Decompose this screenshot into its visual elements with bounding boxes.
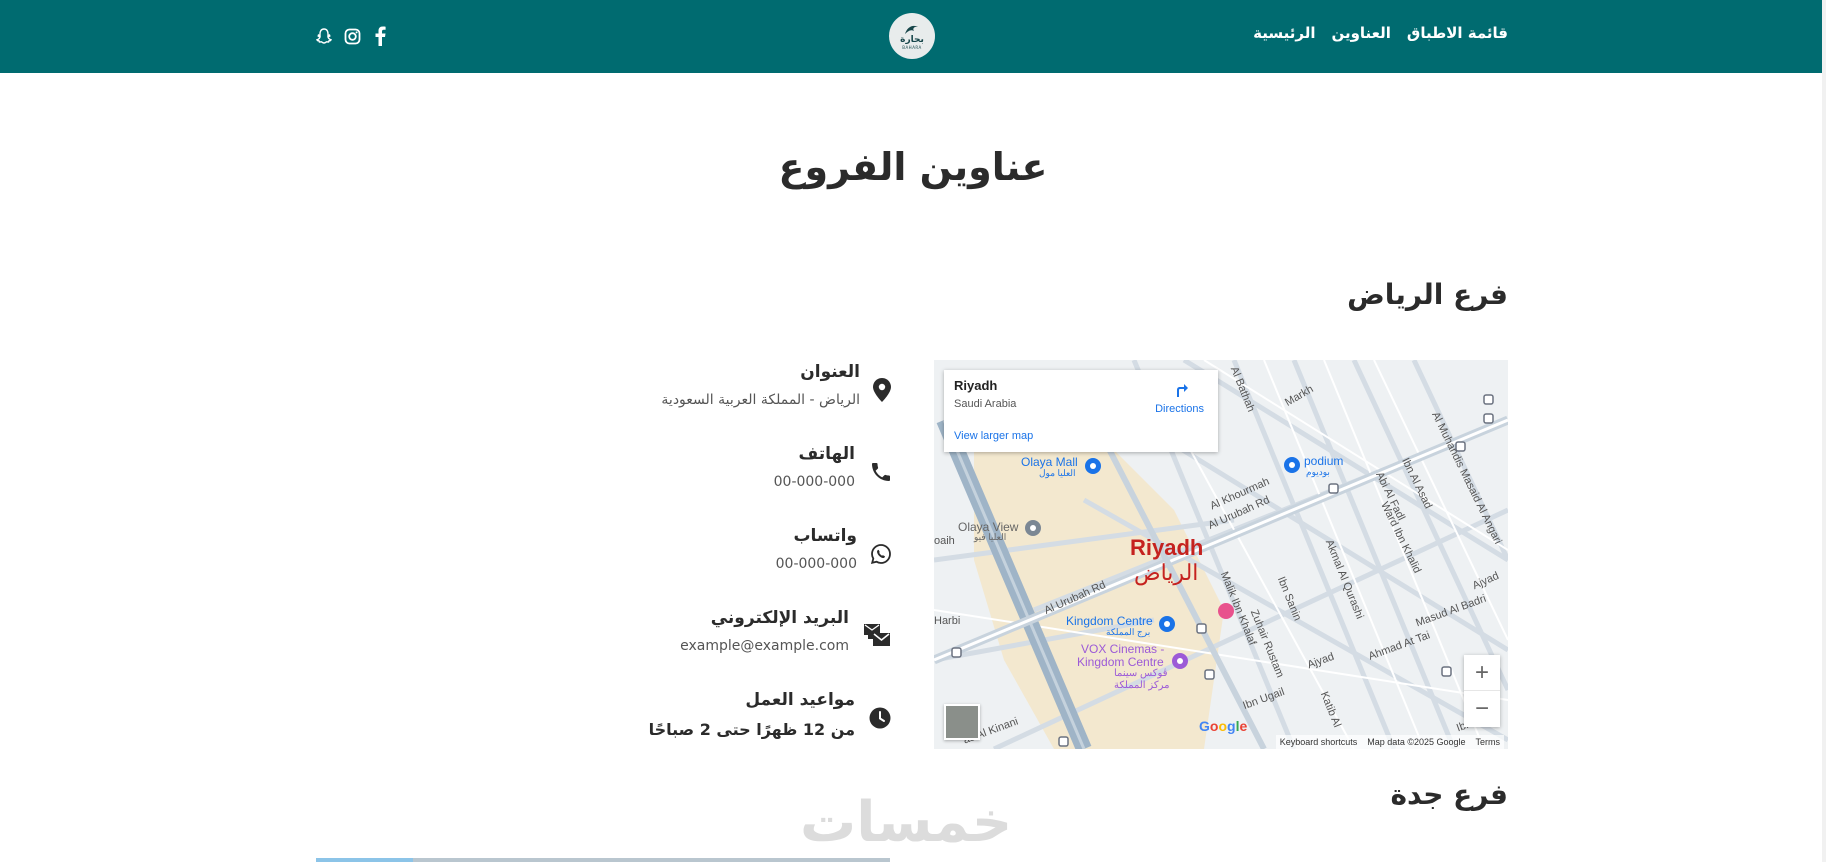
address-value: الرياض - المملكة العربية السعودية xyxy=(661,392,860,408)
view-larger-map-link[interactable]: View larger map xyxy=(954,430,1033,442)
directions-label: Directions xyxy=(1155,403,1204,415)
page-scrollbar[interactable] xyxy=(1822,0,1826,862)
snapchat-icon[interactable] xyxy=(315,26,333,46)
nav-menu-link[interactable]: قائمة الاطباق xyxy=(1407,24,1508,42)
email-label: البريد الإلكتروني xyxy=(710,608,849,628)
map-place-name: Riyadh xyxy=(954,378,998,393)
poi-label: VOX Cinemas - xyxy=(1081,642,1165,656)
street-label: oaih xyxy=(934,535,955,547)
poi-label: برج المملكة xyxy=(1106,627,1151,637)
whatsapp-label: واتساب xyxy=(793,526,857,546)
poi-label: Kingdom Centre xyxy=(1066,614,1153,628)
address-info: العنوان الرياض - المملكة العربية السعودي… xyxy=(661,362,860,408)
jeddah-map-peek[interactable] xyxy=(316,858,890,862)
map-place-country: Saudi Arabia xyxy=(954,398,1017,410)
watermark: خمسات xyxy=(800,790,1013,855)
branch-title-riyadh: فرع الرياض xyxy=(1347,278,1508,311)
map-zoom-controls: + − xyxy=(1464,655,1500,727)
street-label: Harbi xyxy=(934,615,961,627)
map-place-card: Riyadh Saudi Arabia View larger map Dire… xyxy=(944,370,1218,452)
nav-home-link[interactable]: الرئيسية xyxy=(1253,24,1315,42)
whatsapp-value: 00-000-000 xyxy=(775,556,857,572)
poi-label: العليا مول xyxy=(1039,468,1076,478)
city-label-en: Riyadh xyxy=(1130,535,1204,560)
zoom-out-button[interactable]: − xyxy=(1464,691,1500,727)
logo-text-ar: بحارة xyxy=(900,34,924,45)
phone-icon xyxy=(869,460,893,484)
directions-icon xyxy=(1176,384,1188,397)
directions-button[interactable]: Directions xyxy=(1155,380,1204,415)
poi-label: ڤوكس سينما xyxy=(1114,668,1168,679)
page: الرئيسية العناوين قائمة الاطباق بحارة BA… xyxy=(0,0,1826,862)
email-info: البريد الإلكتروني example@example.com xyxy=(680,608,849,654)
poi-label: مركز المملكة xyxy=(1114,680,1170,691)
wave-icon xyxy=(905,25,918,34)
google-logo: Google xyxy=(1199,718,1248,734)
address-label: العنوان xyxy=(800,362,860,382)
poi-label: بوديوم xyxy=(1306,467,1330,477)
poi-label: podium xyxy=(1304,454,1344,468)
hours-value: من 12 ظهرًا حتى 2 صباحًا xyxy=(648,720,855,739)
whatsapp-icon xyxy=(869,542,893,566)
nav-addresses-link[interactable]: العناوين xyxy=(1331,24,1390,42)
poi-label: Kingdom Centre xyxy=(1077,655,1164,669)
riyadh-map[interactable]: Al Khourmah Al Urubah Rd Al Urubah Rd Ha… xyxy=(934,360,1508,749)
site-logo[interactable]: بحارة BAHARA xyxy=(889,13,935,59)
hours-label: مواعيد العمل xyxy=(745,690,855,710)
terms-link[interactable]: Terms xyxy=(1476,737,1501,747)
email-value[interactable]: example@example.com xyxy=(680,638,849,654)
map-footer: Keyboard shortcuts Map data ©2025 Google… xyxy=(1275,735,1504,749)
instagram-icon[interactable] xyxy=(343,26,361,46)
phone-label: الهاتف xyxy=(798,444,855,464)
poi-label: Olaya Mall xyxy=(1021,455,1078,469)
map-data-attribution: Map data ©2025 Google xyxy=(1367,737,1466,747)
phone-info: الهاتف 00-000-000 xyxy=(774,444,855,490)
poi-label: العليا فيو xyxy=(974,532,1007,542)
branch-title-jeddah: فرع جدة xyxy=(1390,778,1508,811)
main-nav: الرئيسية العناوين قائمة الاطباق xyxy=(1253,24,1508,42)
facebook-icon[interactable] xyxy=(371,26,389,46)
map-layer-toggle[interactable] xyxy=(944,704,980,740)
clock-icon xyxy=(868,706,892,730)
zoom-in-button[interactable]: + xyxy=(1464,655,1500,691)
social-links xyxy=(315,26,389,46)
mail-bulk-icon xyxy=(864,623,890,647)
page-title: عناوين الفروع xyxy=(778,145,1048,189)
logo-text-en: BAHARA xyxy=(902,44,922,50)
whatsapp-info: واتساب 00-000-000 xyxy=(776,526,857,572)
hours-info: مواعيد العمل من 12 ظهرًا حتى 2 صباحًا xyxy=(649,690,855,739)
phone-value: 00-000-000 xyxy=(773,474,855,490)
keyboard-shortcuts-link[interactable]: Keyboard shortcuts xyxy=(1280,737,1358,747)
site-header: الرئيسية العناوين قائمة الاطباق بحارة BA… xyxy=(0,0,1826,73)
location-pin-icon xyxy=(870,378,894,402)
city-label-ar: الرياض xyxy=(1134,560,1199,585)
